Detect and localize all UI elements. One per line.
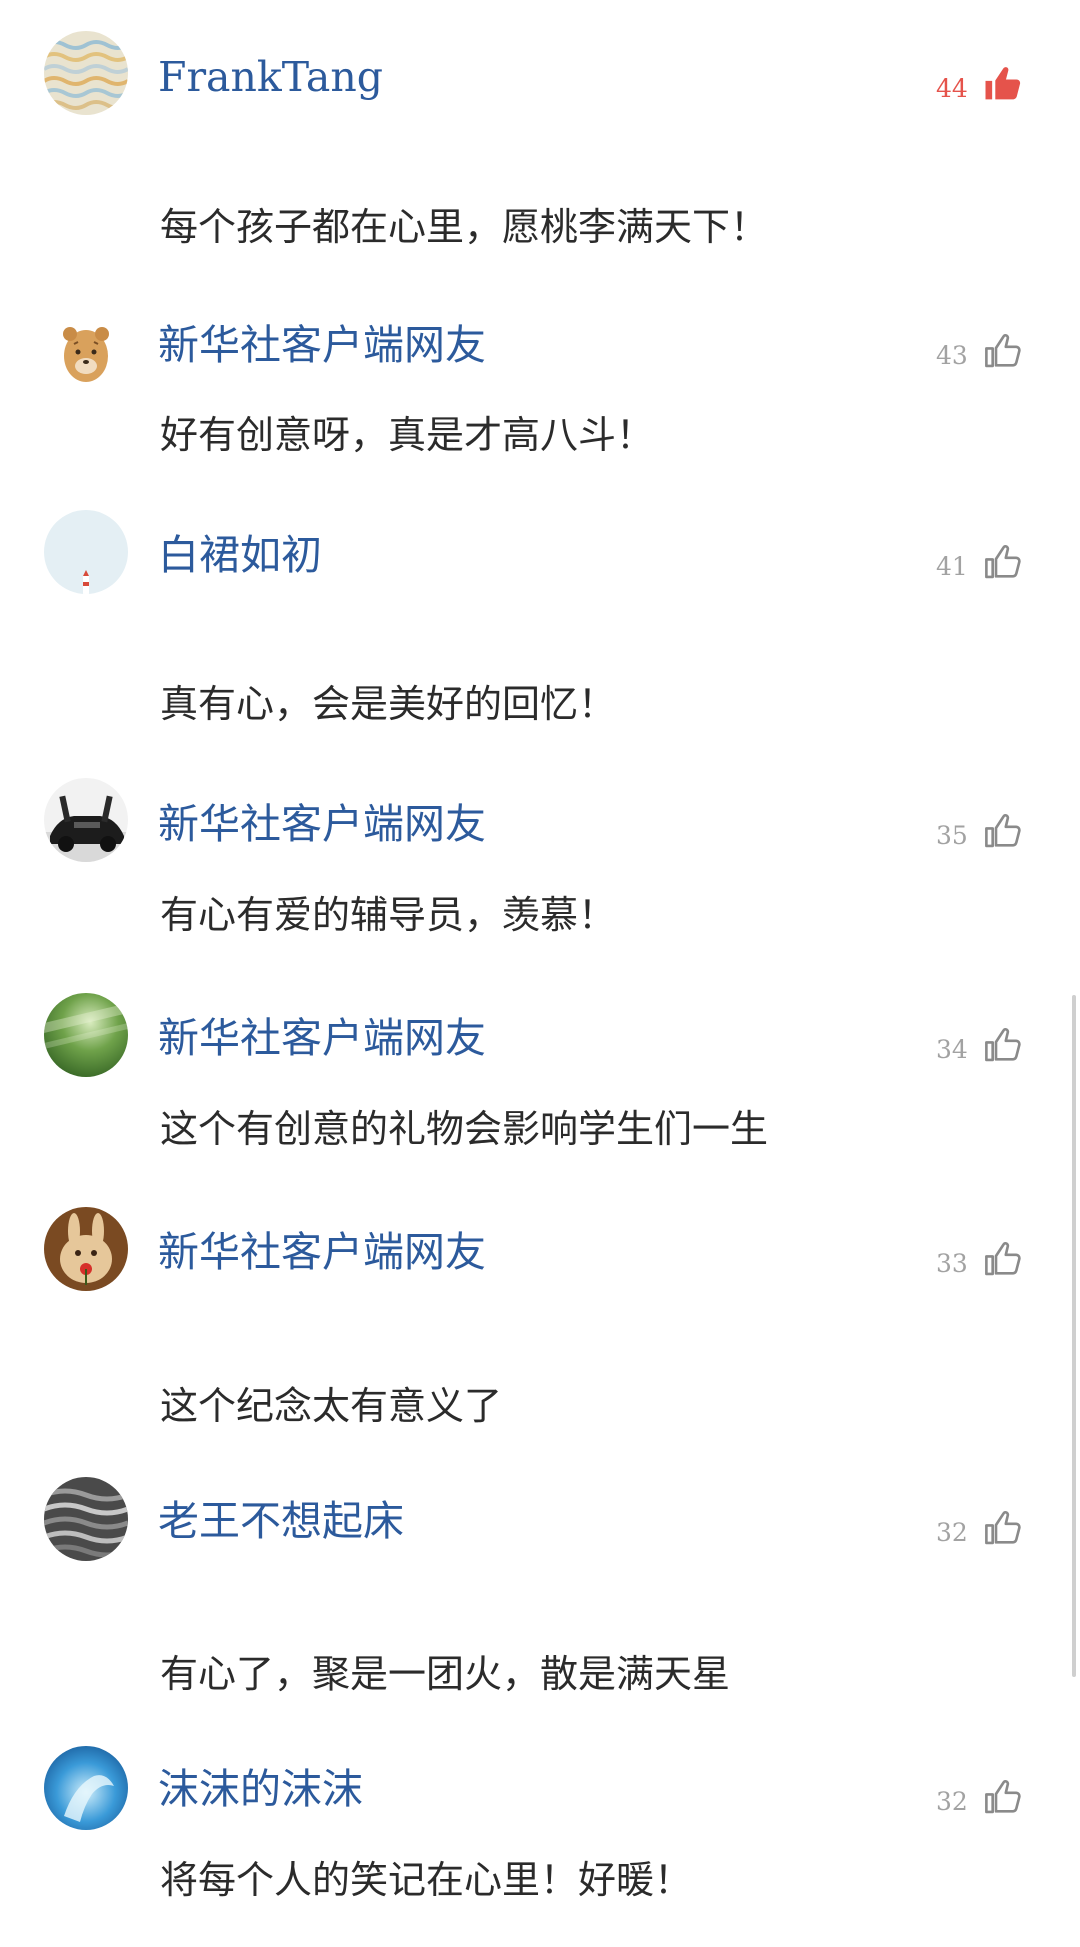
thumbs-up-icon <box>982 1024 1024 1066</box>
like-button[interactable]: 32 <box>936 1758 1024 1818</box>
avatar[interactable] <box>44 778 128 862</box>
comment-text: 真有心，会是美好的回忆！ <box>160 682 617 726</box>
thumbs-up-icon <box>982 1776 1024 1818</box>
like-count: 35 <box>936 821 968 850</box>
thumbs-up-icon <box>982 330 1024 372</box>
username[interactable]: 新华社客户端网友 <box>158 1227 486 1277</box>
like-button[interactable]: 44 <box>936 45 1024 105</box>
like-button[interactable]: 35 <box>936 792 1024 852</box>
avatar[interactable] <box>44 510 128 594</box>
like-button[interactable]: 33 <box>936 1220 1024 1280</box>
comment-text: 有心有爱的辅导员，羡慕！ <box>160 893 617 937</box>
username[interactable]: FrankTang <box>158 52 383 102</box>
avatar[interactable] <box>44 31 128 115</box>
like-button[interactable]: 32 <box>936 1489 1024 1549</box>
scrollbar[interactable] <box>1072 995 1076 1677</box>
username[interactable]: 老王不想起床 <box>158 1496 404 1546</box>
avatar[interactable] <box>44 1207 128 1291</box>
comment-text: 每个孩子都在心里，愿桃李满天下！ <box>160 205 769 249</box>
thumbs-up-icon <box>982 541 1024 583</box>
avatar[interactable] <box>44 1746 128 1830</box>
thumbs-up-icon <box>982 810 1024 852</box>
like-count: 32 <box>936 1518 968 1547</box>
thumbs-up-icon <box>982 1507 1024 1549</box>
like-button[interactable]: 34 <box>936 1006 1024 1066</box>
comment-text: 这个纪念太有意义了 <box>160 1384 503 1428</box>
thumbs-up-icon <box>982 1238 1024 1280</box>
thumbs-up-filled-icon <box>982 63 1024 105</box>
comment-text: 好有创意呀，真是才高八斗！ <box>160 413 655 457</box>
comment-text: 这个有创意的礼物会影响学生们一生 <box>160 1107 769 1151</box>
like-count: 44 <box>936 74 968 103</box>
username[interactable]: 新华社客户端网友 <box>158 1013 486 1063</box>
like-button[interactable]: 43 <box>936 312 1024 372</box>
avatar[interactable] <box>44 1477 128 1561</box>
comment-text: 有心了，聚是一团火，散是满天星 <box>160 1652 731 1696</box>
username[interactable]: 新华社客户端网友 <box>158 320 486 370</box>
comment-text: 将每个人的笑记在心里！好暖！ <box>160 1858 693 1902</box>
like-count: 33 <box>936 1249 968 1278</box>
avatar[interactable] <box>44 310 128 394</box>
username[interactable]: 沫沫的沫沫 <box>158 1764 363 1814</box>
avatar[interactable] <box>44 993 128 1077</box>
username[interactable]: 新华社客户端网友 <box>158 799 486 849</box>
like-count: 41 <box>936 552 968 581</box>
like-count: 32 <box>936 1787 968 1816</box>
like-button[interactable]: 41 <box>936 523 1024 583</box>
like-count: 34 <box>936 1035 968 1064</box>
like-count: 43 <box>936 341 968 370</box>
username[interactable]: 白裙如初 <box>158 530 322 580</box>
